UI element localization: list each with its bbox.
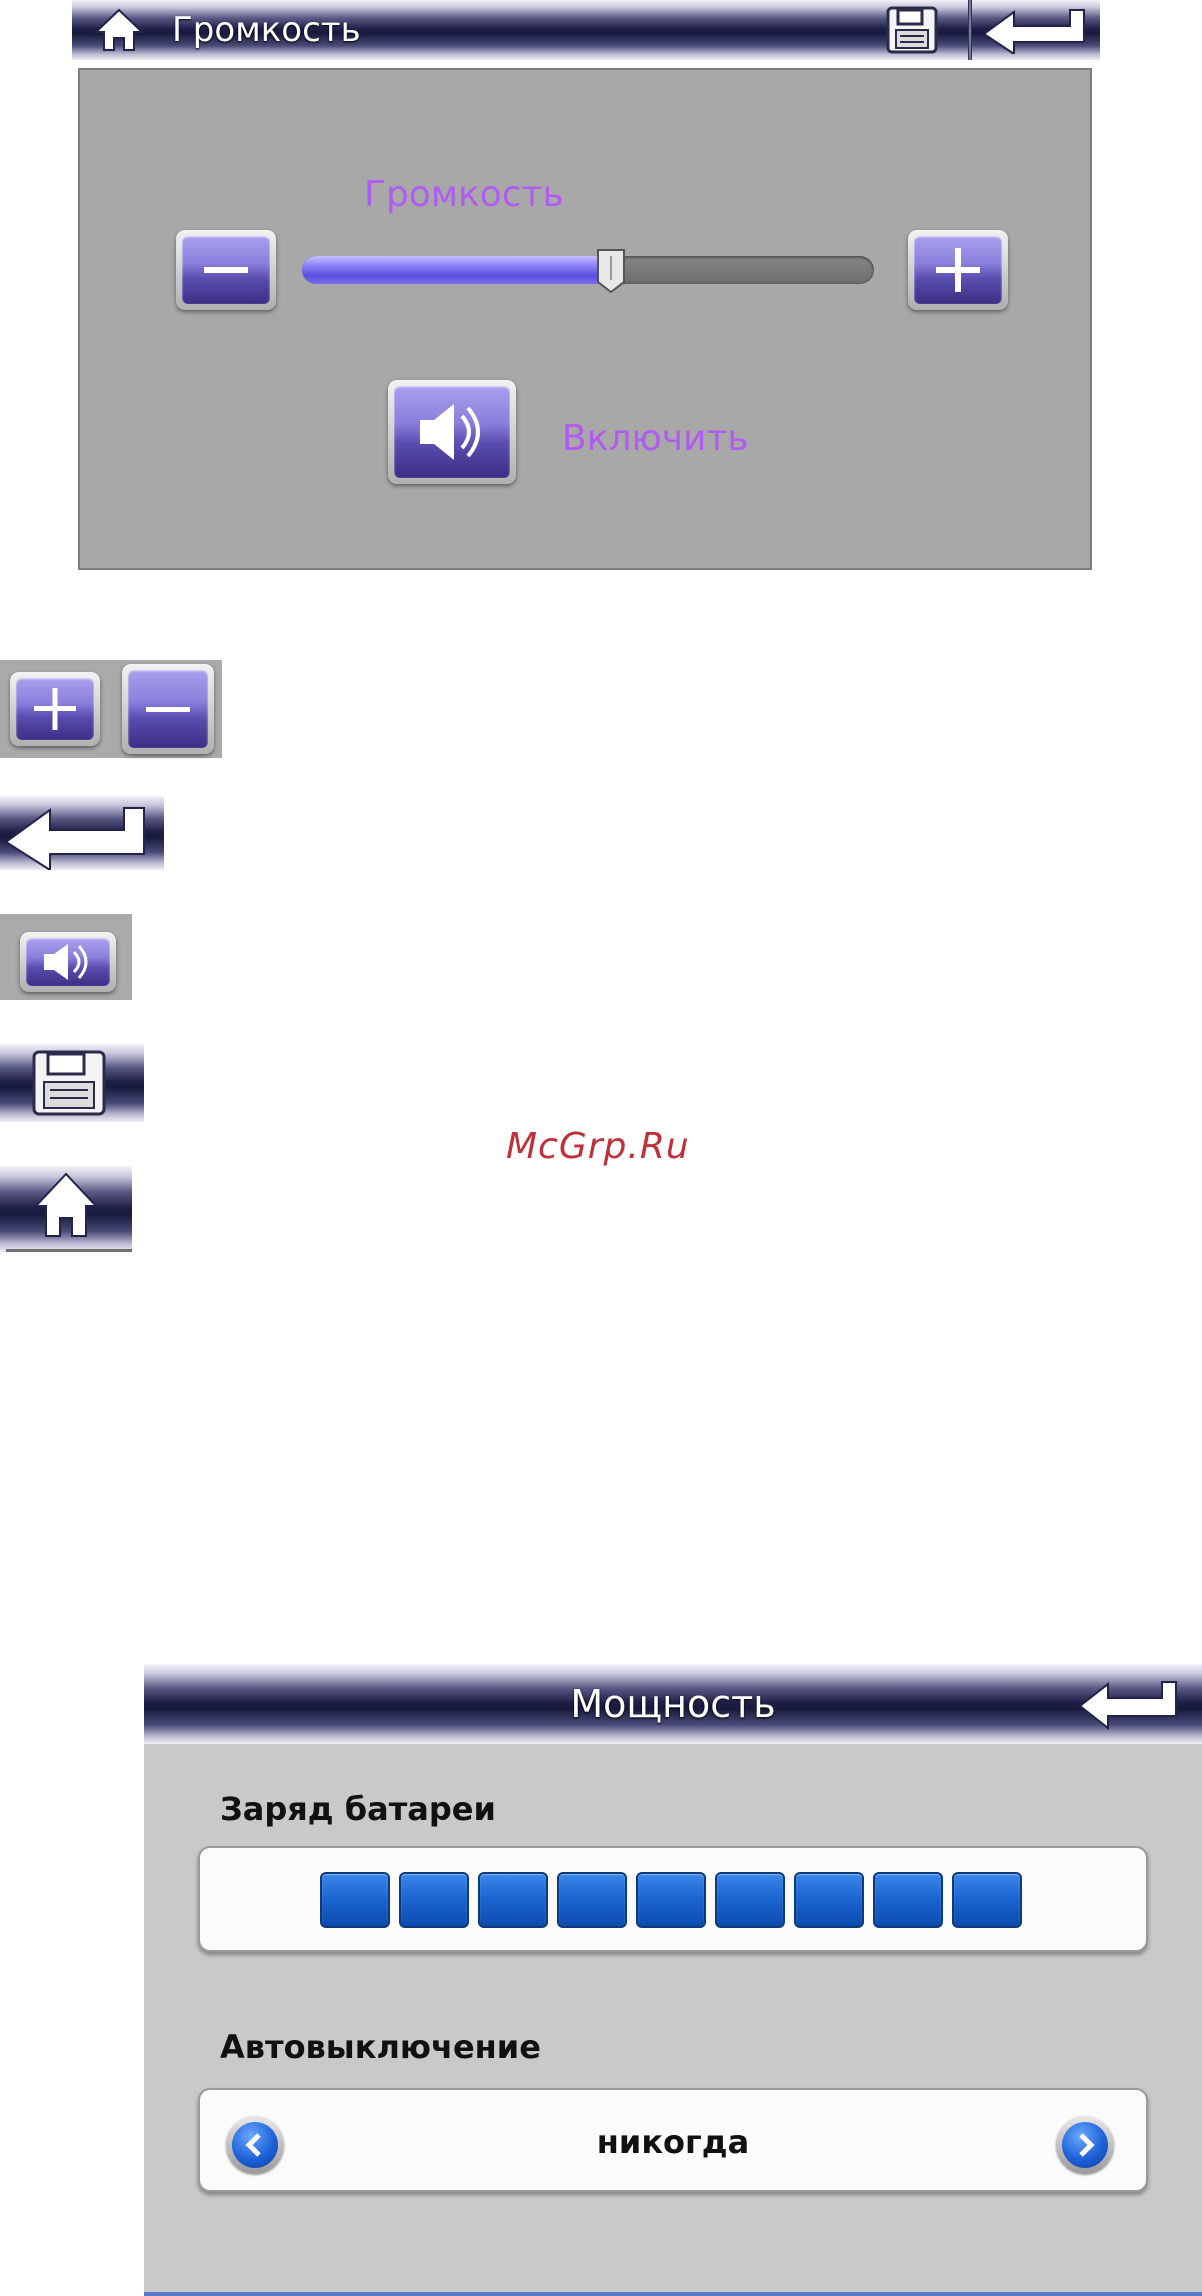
auto-off-selector: никогда <box>198 2088 1148 2192</box>
speaker-icon <box>420 404 480 460</box>
auto-off-value: никогда <box>596 2123 750 2161</box>
back-arrow-icon <box>982 9 1085 56</box>
speaker-icon <box>44 944 88 980</box>
page-title: Громкость <box>172 10 361 50</box>
battery-cell <box>715 1872 785 1928</box>
battery-label: Заряд батареи <box>220 1790 496 1828</box>
chevron-right-icon <box>1079 2133 1095 2157</box>
home-icon <box>93 8 145 51</box>
minus-icon <box>146 707 190 712</box>
battery-cells <box>320 1872 1022 1928</box>
minus-icon <box>204 267 248 273</box>
legend-minus-button <box>122 664 214 754</box>
battery-cell <box>794 1872 864 1928</box>
legend-back <box>0 796 164 872</box>
home-button[interactable] <box>92 6 146 54</box>
legend-plus-button <box>10 672 100 746</box>
home-icon <box>33 1172 99 1237</box>
battery-cell <box>478 1872 548 1928</box>
auto-off-label: Автовыключение <box>220 2028 541 2066</box>
save-button[interactable] <box>882 4 942 56</box>
save-icon <box>886 6 938 54</box>
legend-save <box>0 1044 144 1122</box>
volume-slider-thumb[interactable] <box>595 248 627 294</box>
power-header-bar: Мощность <box>144 1664 1202 1744</box>
plus-icon <box>34 688 76 730</box>
volume-slider[interactable] <box>302 256 874 284</box>
bottom-accent-line <box>144 2292 1202 2296</box>
volume-down-button[interactable] <box>176 230 276 310</box>
battery-cell <box>557 1872 627 1928</box>
legend-plus-minus <box>0 660 222 758</box>
legend-speaker <box>0 914 132 1000</box>
back-button[interactable] <box>1076 1676 1182 1731</box>
back-arrow-icon <box>1078 1681 1177 1731</box>
volume-label: Громкость <box>364 174 564 215</box>
volume-slider-fill <box>302 256 611 284</box>
power-title: Мощность <box>570 1682 776 1726</box>
legend-home <box>0 1166 132 1252</box>
volume-panel: Громкость Включить <box>78 68 1092 570</box>
legend-home-underline <box>6 1249 132 1252</box>
volume-up-button[interactable] <box>908 230 1008 310</box>
battery-indicator <box>198 1846 1148 1952</box>
battery-cell <box>952 1872 1022 1928</box>
watermark-text: McGrp.Ru <box>506 1126 690 1167</box>
battery-cell <box>399 1872 469 1928</box>
plus-icon <box>936 248 980 292</box>
volume-header-bar: Громкость <box>72 0 1100 60</box>
battery-cell <box>636 1872 706 1928</box>
battery-cell <box>873 1872 943 1928</box>
mute-toggle-button[interactable] <box>388 380 516 484</box>
back-button[interactable] <box>980 6 1088 56</box>
legend-speaker-button <box>20 932 116 992</box>
battery-cell <box>320 1872 390 1928</box>
back-arrow-icon <box>4 807 145 872</box>
mute-toggle-label: Включить <box>562 418 749 459</box>
power-screen: Мощность Заряд батареи Автовыключение ни… <box>144 1664 1202 2296</box>
auto-off-next-button[interactable] <box>1056 2116 1114 2174</box>
header-separator <box>968 0 972 60</box>
save-icon <box>32 1050 106 1116</box>
